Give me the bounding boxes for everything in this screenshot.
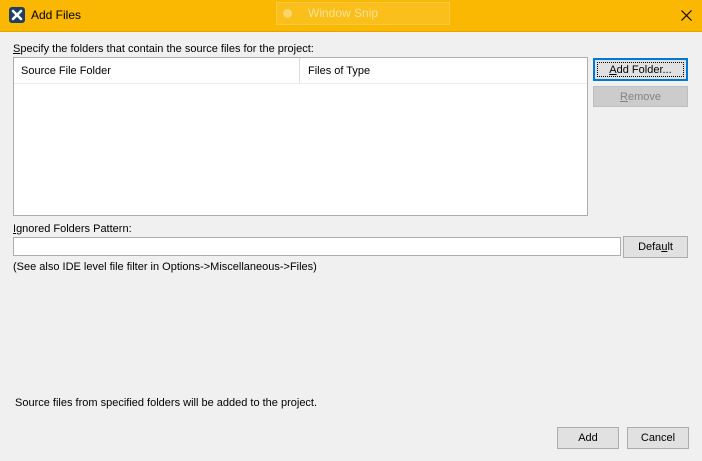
default-label-rest: lt — [667, 241, 673, 253]
source-folders-table[interactable]: Source File Folder Files of Type — [13, 57, 588, 216]
ignored-label-text: gnored Folders Pattern: — [16, 223, 132, 235]
folders-label: Specify the folders that contain the sou… — [13, 43, 314, 55]
cancel-button[interactable]: Cancel — [627, 427, 689, 449]
focus-ring — [597, 62, 684, 77]
default-label-pre: Defa — [638, 241, 662, 253]
window-snip-overlay: Window Snip — [276, 2, 450, 25]
column-header-files-of-type[interactable]: Files of Type — [301, 58, 587, 83]
close-button[interactable] — [672, 0, 702, 31]
remove-mnemonic: R — [620, 90, 628, 103]
remove-label: emove — [627, 90, 661, 103]
ignored-folders-label: Ignored Folders Pattern: — [13, 223, 132, 235]
default-button[interactable]: Default — [623, 236, 688, 258]
title-bar: Add Files Window Snip — [0, 0, 702, 32]
snip-icon — [283, 9, 292, 18]
folders-label-text: pecify the folders that contain the sour… — [20, 43, 314, 55]
remove-button[interactable]: Remove — [593, 86, 688, 107]
window-title: Add Files — [31, 8, 82, 22]
ignored-folders-pattern-input[interactable] — [13, 237, 621, 256]
add-button[interactable]: Add — [557, 427, 619, 449]
ide-filter-hint: (See also IDE level file filter in Optio… — [13, 261, 317, 273]
column-header-source-file-folder[interactable]: Source File Folder — [14, 58, 300, 83]
footer-note: Source files from specified folders will… — [15, 397, 318, 409]
add-folder-button[interactable]: Add Folder... — [593, 58, 688, 81]
table-header: Source File Folder Files of Type — [14, 58, 587, 84]
window-snip-label: Window Snip — [308, 6, 379, 20]
close-icon — [681, 10, 692, 21]
app-icon — [9, 7, 25, 23]
